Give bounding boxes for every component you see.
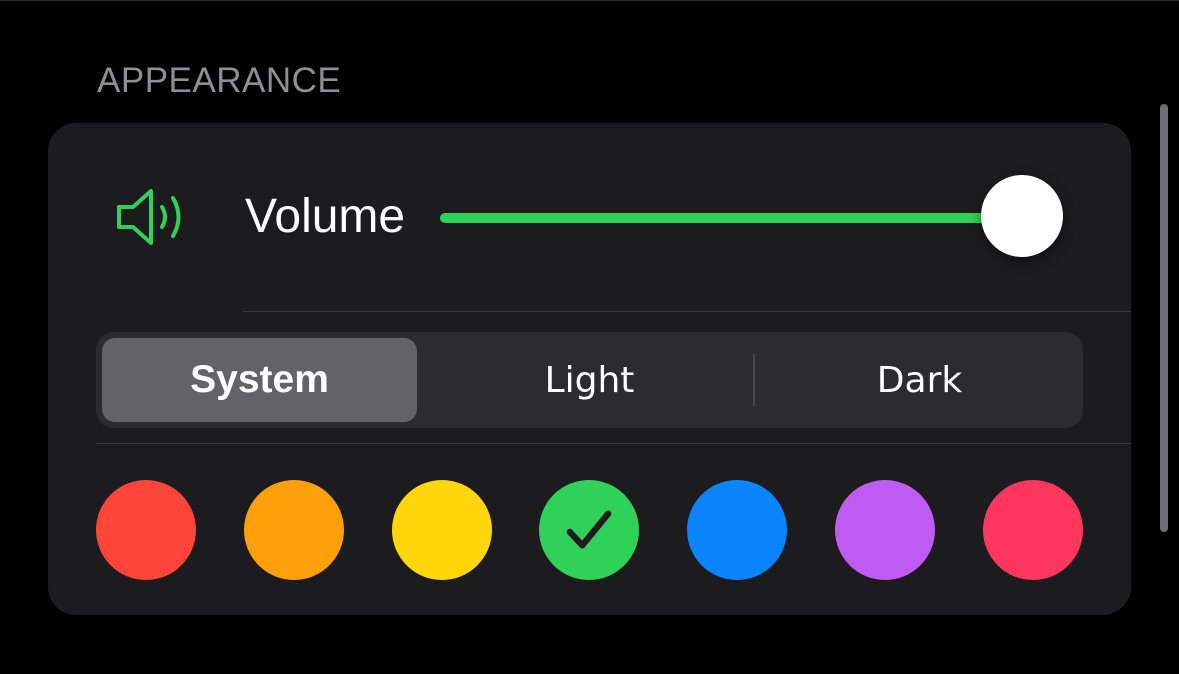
volume-slider-fill: [440, 213, 1022, 223]
volume-label: Volume: [245, 190, 406, 243]
section-header: APPEARANCE: [97, 61, 342, 100]
scrollbar[interactable]: [1160, 104, 1168, 532]
accent-swatch-orange[interactable]: [244, 480, 344, 580]
speaker-wave-icon: [117, 189, 181, 245]
accent-swatch-red[interactable]: [96, 480, 196, 580]
accent-swatch-blue[interactable]: [687, 480, 787, 580]
segment-light[interactable]: Light: [432, 338, 747, 422]
segment-separator: [753, 354, 755, 406]
checkmark-icon: [566, 510, 612, 549]
volume-row: Volume: [48, 123, 1131, 311]
appearance-mode-segmented-control: System Light Dark: [96, 332, 1083, 428]
accent-color-picker: [96, 480, 1083, 580]
segment-system[interactable]: System: [102, 338, 417, 422]
top-hairline: [0, 0, 1179, 1]
accent-swatch-green[interactable]: [539, 480, 639, 580]
volume-slider-track[interactable]: [440, 213, 1040, 223]
accent-swatch-yellow[interactable]: [392, 480, 492, 580]
volume-slider-thumb[interactable]: [981, 175, 1063, 257]
accent-swatch-pink[interactable]: [983, 480, 1083, 580]
divider: [243, 311, 1131, 312]
appearance-card: Volume System Light Dark: [48, 123, 1131, 615]
divider: [96, 443, 1131, 444]
accent-swatch-purple[interactable]: [835, 480, 935, 580]
segment-dark[interactable]: Dark: [762, 338, 1077, 422]
